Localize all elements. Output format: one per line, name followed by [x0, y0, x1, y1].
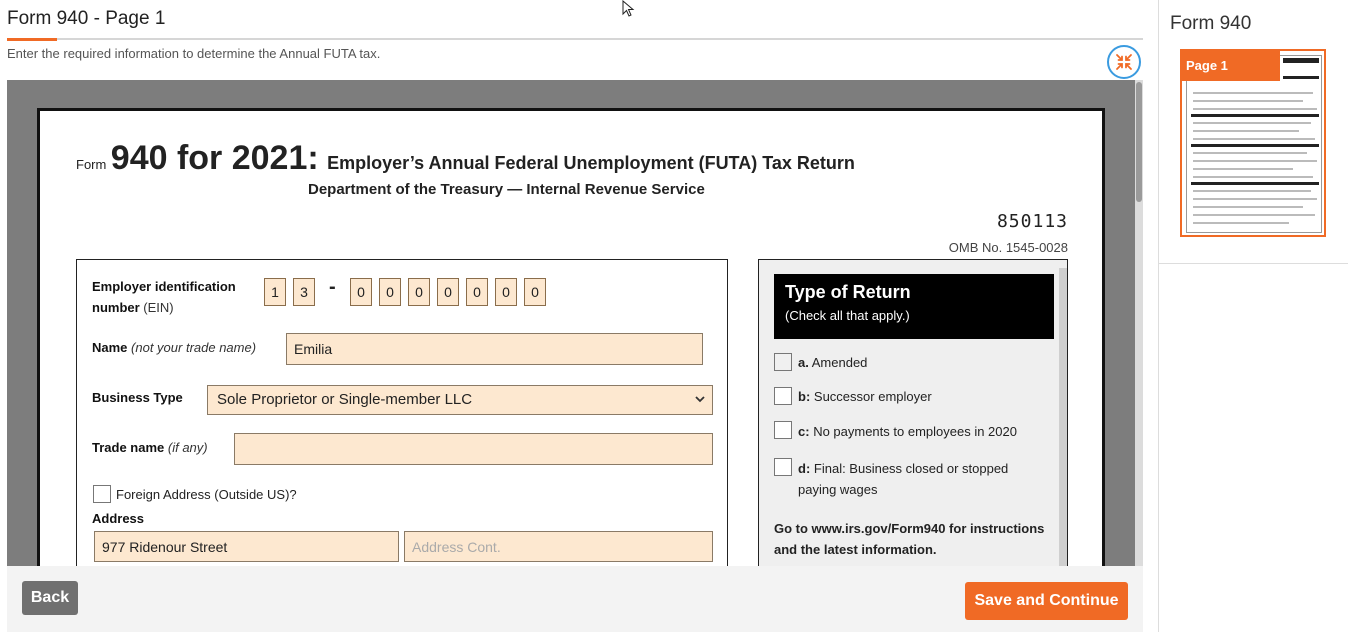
title-accent-bar: [7, 38, 57, 41]
collapse-button[interactable]: [1107, 45, 1141, 79]
title-divider: [7, 38, 1143, 40]
ein-digit[interactable]: 0: [408, 278, 430, 306]
thumbnail-line: [1193, 206, 1303, 208]
ein-digit[interactable]: 0: [350, 278, 372, 306]
mouse-pointer-icon: [622, 0, 636, 23]
form-name: Employer’s Annual Federal Unemployment (…: [327, 153, 855, 173]
thumbnail-rule: [1191, 182, 1319, 185]
page-subtitle: Enter the required information to determ…: [7, 46, 381, 61]
foreign-address-checkbox[interactable]: [93, 485, 111, 503]
page-1-thumbnail[interactable]: Page 1: [1180, 49, 1326, 237]
trade-name-label: Trade name (if any): [92, 440, 208, 455]
ein-digit[interactable]: 0: [524, 278, 546, 306]
type-of-return-box: Type of Return (Check all that apply.) a…: [758, 259, 1068, 566]
business-type-value: Sole Proprietor or Single-member LLC: [217, 391, 473, 408]
address-line2-input[interactable]: Address Cont.: [404, 531, 713, 562]
name-label-note: (not your trade name): [131, 340, 257, 355]
foreign-address-label: Foreign Address (Outside US)?: [116, 487, 297, 502]
business-type-label: Business Type: [92, 390, 183, 405]
ein-digit[interactable]: 1: [264, 278, 286, 306]
trade-name-label-text: Trade name: [92, 440, 165, 455]
thumbnail-rule: [1283, 76, 1319, 79]
department-line: Department of the Treasury — Internal Re…: [308, 181, 705, 198]
final-return-checkbox[interactable]: [774, 458, 792, 476]
ein-digit[interactable]: 0: [379, 278, 401, 306]
amended-label: a. Amended: [798, 352, 1048, 373]
type-of-return-subtitle: (Check all that apply.): [785, 308, 910, 323]
omb-number: OMB No. 1545-0028: [948, 240, 1068, 255]
collapse-arrows-icon: [1116, 54, 1132, 70]
option-text: Successor employer: [813, 389, 932, 404]
back-button[interactable]: Back: [22, 581, 78, 615]
thumbnail-line: [1193, 100, 1303, 102]
viewer-scrollbar[interactable]: [1135, 80, 1143, 566]
amended-checkbox[interactable]: [774, 353, 792, 371]
trade-name-input[interactable]: [234, 433, 713, 465]
ein-digit[interactable]: 0: [466, 278, 488, 306]
option-text: No payments to employees in 2020: [813, 424, 1017, 439]
name-label-text: Name: [92, 340, 128, 355]
chevron-down-icon: [694, 386, 706, 424]
type-of-return-header: Type of Return (Check all that apply.): [774, 274, 1054, 339]
option-text: Amended: [811, 355, 868, 370]
thumbnail-line: [1193, 108, 1317, 110]
viewer-scrollbar-thumb[interactable]: [1136, 82, 1142, 202]
thumbnail-line: [1193, 92, 1313, 94]
thumbnail-line: [1193, 176, 1313, 178]
no-payments-checkbox[interactable]: [774, 421, 792, 439]
instructions-note: Go to www.irs.gov/Form940 for instructio…: [774, 521, 1045, 557]
thumbnail-line: [1193, 198, 1317, 200]
name-label: Name (not your trade name): [92, 340, 256, 355]
page-title: Form 940 - Page 1: [7, 8, 166, 29]
name-input[interactable]: Emilia: [286, 333, 703, 365]
thumbnail-label: Page 1: [1182, 51, 1280, 81]
box-scrollbar[interactable]: [1059, 268, 1067, 566]
option-text: Final: Business closed or stopped paying…: [798, 461, 1009, 497]
ein-label: Employer identification number (EIN): [92, 276, 262, 318]
address-label: Address: [92, 511, 145, 526]
thumbnail-line: [1193, 152, 1307, 154]
ein-label-suffix: (EIN): [143, 300, 174, 315]
thumbnail-line: [1193, 190, 1311, 192]
side-panel-title: Form 940: [1170, 13, 1252, 34]
successor-employer-label: b: Successor employer: [798, 386, 1048, 407]
option-key: b:: [798, 389, 811, 404]
thumbnail-line: [1193, 160, 1317, 162]
thumbnail-rule: [1191, 144, 1319, 147]
form-word: Form: [76, 157, 107, 172]
employer-info-box: Employer identification number (EIN) 1 3…: [76, 259, 728, 566]
final-return-label: d: Final: Business closed or stopped pay…: [798, 458, 1048, 500]
type-of-return-title: Type of Return: [785, 282, 911, 302]
ein-digit[interactable]: 3: [293, 278, 315, 306]
form-number: 940 for 2021:: [110, 139, 319, 177]
barcode-number: 850113: [996, 211, 1068, 232]
thumbnail-rule: [1283, 58, 1319, 63]
thumbnail-line: [1193, 138, 1315, 140]
thumbnail-line: [1193, 122, 1311, 124]
address-line1-input[interactable]: 977 Ridenour Street: [94, 531, 399, 562]
thumbnail-line: [1193, 222, 1289, 224]
option-key: c:: [798, 424, 810, 439]
thumbnail-line: [1193, 214, 1315, 216]
save-and-continue-button[interactable]: Save and Continue: [965, 582, 1128, 620]
thumbnail-line: [1193, 130, 1299, 132]
no-payments-label: c: No payments to employees in 2020: [798, 421, 1048, 442]
ein-digit[interactable]: 0: [437, 278, 459, 306]
successor-employer-checkbox[interactable]: [774, 387, 792, 405]
document-viewer[interactable]: Form 940 for 2021: Employer’s Annual Fed…: [7, 80, 1143, 566]
side-panel-divider: [1159, 263, 1348, 264]
form-page: Form 940 for 2021: Employer’s Annual Fed…: [37, 108, 1105, 566]
business-type-select[interactable]: Sole Proprietor or Single-member LLC: [207, 385, 713, 415]
trade-name-label-note: (if any): [167, 440, 208, 455]
ein-digit[interactable]: 0: [495, 278, 517, 306]
thumbnail-line: [1193, 168, 1293, 170]
action-bar: Back Save and Continue: [7, 566, 1143, 632]
option-key: a.: [798, 355, 809, 370]
ein-dash: -: [329, 276, 336, 298]
form-heading: Form 940 for 2021: Employer’s Annual Fed…: [76, 139, 855, 178]
option-key: d:: [798, 461, 811, 476]
thumbnail-document: [1186, 55, 1322, 233]
page-navigator: Form 940 Page 1: [1158, 0, 1348, 632]
thumbnail-rule: [1191, 114, 1319, 117]
